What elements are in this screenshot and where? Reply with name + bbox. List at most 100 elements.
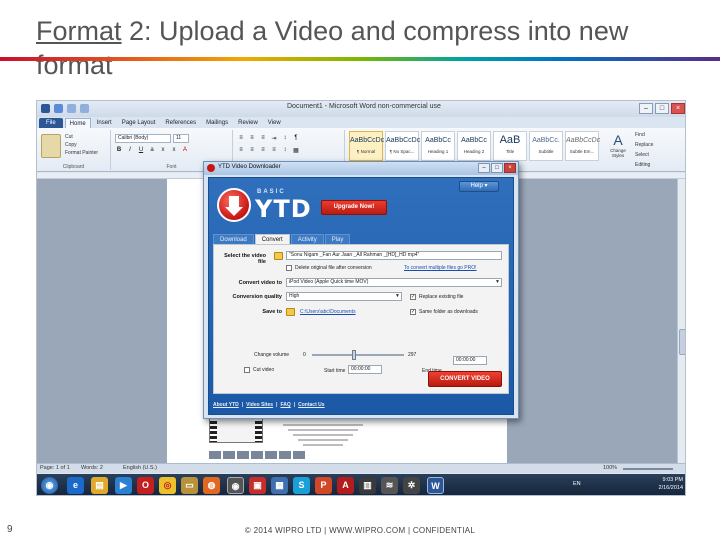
close-button[interactable]: × (671, 103, 685, 114)
style-title[interactable]: AaB Title (493, 131, 527, 161)
save-path-link[interactable]: C:\Users\abc\Documents (300, 309, 356, 315)
zoom-slider[interactable] (623, 468, 673, 470)
convert-video-button[interactable]: CONVERT VIDEO (428, 371, 502, 387)
tab-file[interactable]: File (39, 117, 63, 128)
underline-button[interactable]: U (137, 147, 145, 153)
style-subtle-emphasis[interactable]: AaBbCcDc Subtle Em... (565, 131, 600, 161)
scrollbar-thumb[interactable] (679, 329, 685, 355)
app-dark-icon[interactable]: ▥ (359, 477, 376, 494)
strikethrough-button[interactable]: a (148, 147, 156, 153)
video-file-field[interactable]: "Sonu Nigam _Fan Aur Jaan _All Rahman _[… (286, 251, 502, 260)
video-sites-link[interactable]: Video Sites (246, 402, 273, 408)
maximize-button[interactable]: □ (655, 103, 669, 114)
volume-slider-thumb[interactable] (352, 350, 356, 360)
volume-slider-track[interactable] (312, 354, 404, 356)
app-red-icon[interactable]: ▣ (249, 477, 266, 494)
skype-icon[interactable]: S (293, 477, 310, 494)
vertical-scrollbar[interactable] (677, 179, 685, 463)
multilevel-icon[interactable]: ≡ (259, 135, 267, 142)
replace-existing-checkbox[interactable]: ✓ (410, 294, 416, 300)
status-language[interactable]: English (U.S.) (123, 464, 157, 473)
font-name-select[interactable]: Calibri (Body) (115, 134, 171, 143)
powerpoint-icon[interactable]: P (315, 477, 332, 494)
style-normal[interactable]: AaBbCcDc ¶ Normal (349, 131, 384, 161)
shading-icon[interactable]: ▦ (292, 147, 300, 154)
upgrade-now-button[interactable]: Upgrade Now! (321, 200, 387, 215)
line-spacing-icon[interactable]: ↕ (281, 147, 289, 154)
minimize-button[interactable]: – (639, 103, 653, 114)
tab-mailings[interactable]: Mailings (202, 118, 232, 128)
tab-view[interactable]: View (264, 118, 285, 128)
bullets-icon[interactable]: ≡ (237, 135, 245, 142)
folder-icon[interactable]: ▭ (181, 477, 198, 494)
numbering-icon[interactable]: ≡ (248, 135, 256, 142)
save-folder-icon[interactable] (286, 308, 295, 316)
help-button[interactable]: Help ▾ (459, 181, 499, 192)
acrobat-icon[interactable]: A (337, 477, 354, 494)
app-settings-icon[interactable]: ✲ (403, 477, 420, 494)
tab-play[interactable]: Play (324, 234, 351, 244)
same-folder-checkbox[interactable]: ✓ (410, 309, 416, 315)
status-zoom[interactable]: 100% (603, 464, 617, 473)
font-size-select[interactable]: 11 (173, 134, 189, 143)
delete-original-checkbox[interactable] (286, 265, 292, 271)
tab-download[interactable]: Download (213, 234, 254, 244)
tab-page-layout[interactable]: Page Layout (118, 118, 160, 128)
superscript-button[interactable]: x (170, 147, 178, 153)
undo-icon[interactable] (67, 104, 76, 113)
ytd-maximize-button[interactable]: □ (491, 163, 503, 173)
contact-us-link[interactable]: Contact Us (298, 402, 324, 408)
opera-icon[interactable]: O (137, 477, 154, 494)
italic-button[interactable]: I (126, 147, 134, 153)
save-icon[interactable] (54, 104, 63, 113)
end-time-field[interactable]: 00:00:00 (453, 356, 487, 365)
tab-references[interactable]: References (161, 118, 200, 128)
style-heading-2[interactable]: AaBbCc Heading 2 (457, 131, 491, 161)
align-center-icon[interactable]: ≡ (248, 147, 256, 154)
firefox-icon[interactable]: ◍ (203, 477, 220, 494)
paste-button[interactable] (41, 134, 61, 158)
chrome-icon[interactable]: ◎ (159, 477, 176, 494)
media-player-icon[interactable]: ▶ (115, 477, 132, 494)
replace-button[interactable]: Replace (635, 140, 653, 150)
cut-button[interactable]: Cut (65, 133, 98, 141)
style-heading-1[interactable]: AaBbCc Heading 1 (421, 131, 455, 161)
style-no-spacing[interactable]: AaBbCcDc ¶ No Spac... (385, 131, 420, 161)
ytd-close-button[interactable]: × (504, 163, 516, 173)
redo-icon[interactable] (80, 104, 89, 113)
status-words[interactable]: Words: 2 (81, 464, 103, 473)
about-ytd-link[interactable]: About YTD (213, 402, 239, 408)
pilcrow-icon[interactable]: ¶ (292, 135, 300, 142)
tab-convert[interactable]: Convert (254, 234, 290, 244)
align-left-icon[interactable]: ≡ (237, 147, 245, 154)
go-pro-link[interactable]: To convert multiple files go PRO! (404, 265, 477, 271)
faq-link[interactable]: FAQ (280, 402, 290, 408)
browse-folder-icon[interactable] (274, 252, 283, 260)
find-button[interactable]: Find (635, 130, 653, 140)
tab-insert[interactable]: Insert (93, 118, 116, 128)
tab-review[interactable]: Review (234, 118, 262, 128)
sort-icon[interactable]: ↕ (281, 135, 289, 142)
tab-home[interactable]: Home (64, 117, 91, 128)
ytd-minimize-button[interactable]: – (478, 163, 490, 173)
quick-access-toolbar[interactable] (41, 104, 89, 113)
word-taskbar-icon[interactable]: W (427, 477, 444, 494)
start-button-icon[interactable]: ◉ (41, 477, 58, 494)
subscript-button[interactable]: x (159, 147, 167, 153)
style-subtitle[interactable]: AaBbCc. Subtitle (529, 131, 563, 161)
bold-button[interactable]: B (115, 147, 123, 153)
copy-button[interactable]: Copy (65, 141, 98, 149)
language-indicator[interactable]: EN (573, 481, 581, 487)
app-grey-icon[interactable]: ≋ (381, 477, 398, 494)
tab-activity[interactable]: Activity (290, 234, 324, 244)
start-time-field[interactable]: 00:00:00 (348, 365, 382, 374)
align-right-icon[interactable]: ≡ (259, 147, 267, 154)
change-styles-button[interactable]: A Change Styles (605, 132, 631, 162)
convert-format-select[interactable]: iPod Video (Apple Quick time MOV) ▼ (286, 278, 502, 287)
indent-icon[interactable]: ⇥ (270, 135, 278, 142)
quality-select[interactable]: High ▼ (286, 292, 402, 301)
font-color-button[interactable]: A (181, 147, 189, 153)
cut-video-checkbox[interactable] (244, 367, 250, 373)
select-button[interactable]: Select (635, 150, 653, 160)
file-explorer-icon[interactable]: ▤ (91, 477, 108, 494)
